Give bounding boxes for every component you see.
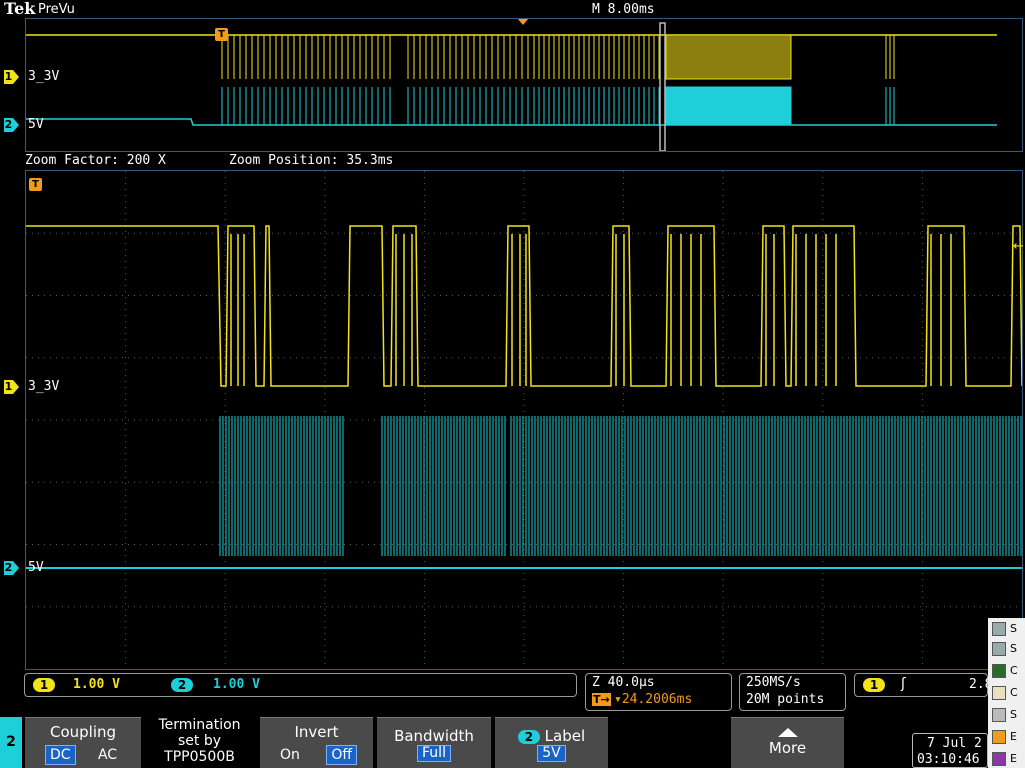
top-status-bar [0,0,1025,18]
overview-ch1-marker[interactable]: 1 [4,70,19,84]
office-icon[interactable] [992,730,1006,744]
overview-waveforms [26,22,997,151]
more-label: More [768,739,807,757]
sample-rate: 250MS/s [746,675,801,690]
coupling-dc-option[interactable]: DC [44,745,76,765]
zoom-trigger-icon: T [29,178,42,191]
ch1-scale-badge: 1 [33,678,55,692]
print-icon[interactable] [992,708,1006,722]
termination-line3: TPP0500B [164,749,235,765]
overview-ch2-label: 5V [28,117,44,132]
acquisition-readout[interactable]: 250MS/s 20M points [739,673,846,711]
label-value: 5V [537,745,566,762]
acquisition-mode: PreVu [38,2,75,17]
side-toolbar-letter: E [1010,752,1017,765]
side-toolbar-letter: E [1010,730,1017,743]
label-button[interactable]: 2 Label 5V [495,717,608,768]
trigger-pos-icon: T→ [592,693,611,706]
up-arrow-icon [777,728,798,737]
ch2-scale-badge: 2 [171,678,193,692]
save-icon[interactable] [992,622,1006,636]
zoom-waveforms [26,171,1022,669]
coupling-button[interactable]: Coupling DC AC [25,717,141,768]
side-toolbar-letter: S [1010,708,1017,721]
vertical-scale-readout[interactable]: 1 1.00 V 2 1.00 V [24,673,577,697]
chart-icon[interactable] [992,664,1006,678]
zoom-ch2-marker[interactable]: 2 [4,561,19,575]
trigger-position-value: ▾24.2006ms [614,692,693,707]
zoom-ch1-marker[interactable]: 1 [4,380,19,394]
trigger-source-badge: 1 [863,678,885,692]
termination-line2: set by [177,733,222,749]
coupling-label: Coupling [49,723,117,741]
label-label: Label [544,727,586,745]
time: 03:10:46 [917,752,980,767]
zoom-ch2-label: 5V [28,560,44,575]
trigger-level-arrow: ← [1013,239,1024,254]
coupling-ac-option[interactable]: AC [94,746,121,764]
bandwidth-value: Full [417,745,451,762]
more-button[interactable]: More [731,717,844,768]
zoom-factor: Zoom Factor: 200 X [25,153,166,168]
invert-on-option[interactable]: On [276,746,304,764]
horizontal-scale: M 8.00ms [592,2,655,17]
side-toolbar-letter: S [1010,642,1017,655]
bandwidth-button[interactable]: Bandwidth Full [377,717,491,768]
save-as-icon[interactable] [992,642,1006,656]
trigger-slope-icon: ʃ [901,676,906,692]
trigger-readout[interactable]: 1 ʃ 2.8 [854,673,992,697]
side-toolbar-letter: S [1010,622,1017,635]
invert-button[interactable]: Invert On Off [260,717,373,768]
date: 7 Jul 2 [927,736,982,751]
ch1-scale-value: 1.00 V [73,677,120,692]
termination-info: Termination set by TPP0500B [143,717,256,768]
invert-label: Invert [294,723,339,741]
notes-icon[interactable] [992,752,1006,766]
label-channel-badge: 2 [517,730,540,744]
zoom-ch1-label: 3_3V [28,379,60,394]
brand-logo: Tek [4,0,36,18]
overview-trigger-icon: T [215,28,228,41]
zoom-position: Zoom Position: 35.3ms [229,153,394,168]
side-toolbar[interactable]: SSCCSEE [988,618,1025,768]
zoom-scale-readout[interactable]: Z 40.0µs T→ ▾24.2006ms [585,673,732,711]
zoom-waveform-panel[interactable] [25,170,1023,670]
channel-menu-indicator: 2 [0,717,22,768]
overview-ch2-marker[interactable]: 2 [4,118,19,132]
datetime-box: 7 Jul 2 03:10:46 [912,733,988,768]
zoom-time-scale: Z 40.0µs [592,675,655,690]
bandwidth-label: Bandwidth [394,727,474,745]
side-toolbar-letter: C [1010,664,1018,677]
overview-ch1-label: 3_3V [28,69,60,84]
ch2-scale-value: 1.00 V [213,677,260,692]
termination-line1: Termination [158,717,241,733]
side-toolbar-letter: C [1010,686,1018,699]
record-length: 20M points [746,692,825,707]
overview-waveform-panel[interactable] [25,18,1023,152]
invert-off-option[interactable]: Off [326,745,358,765]
clipboard-icon[interactable] [992,686,1006,700]
